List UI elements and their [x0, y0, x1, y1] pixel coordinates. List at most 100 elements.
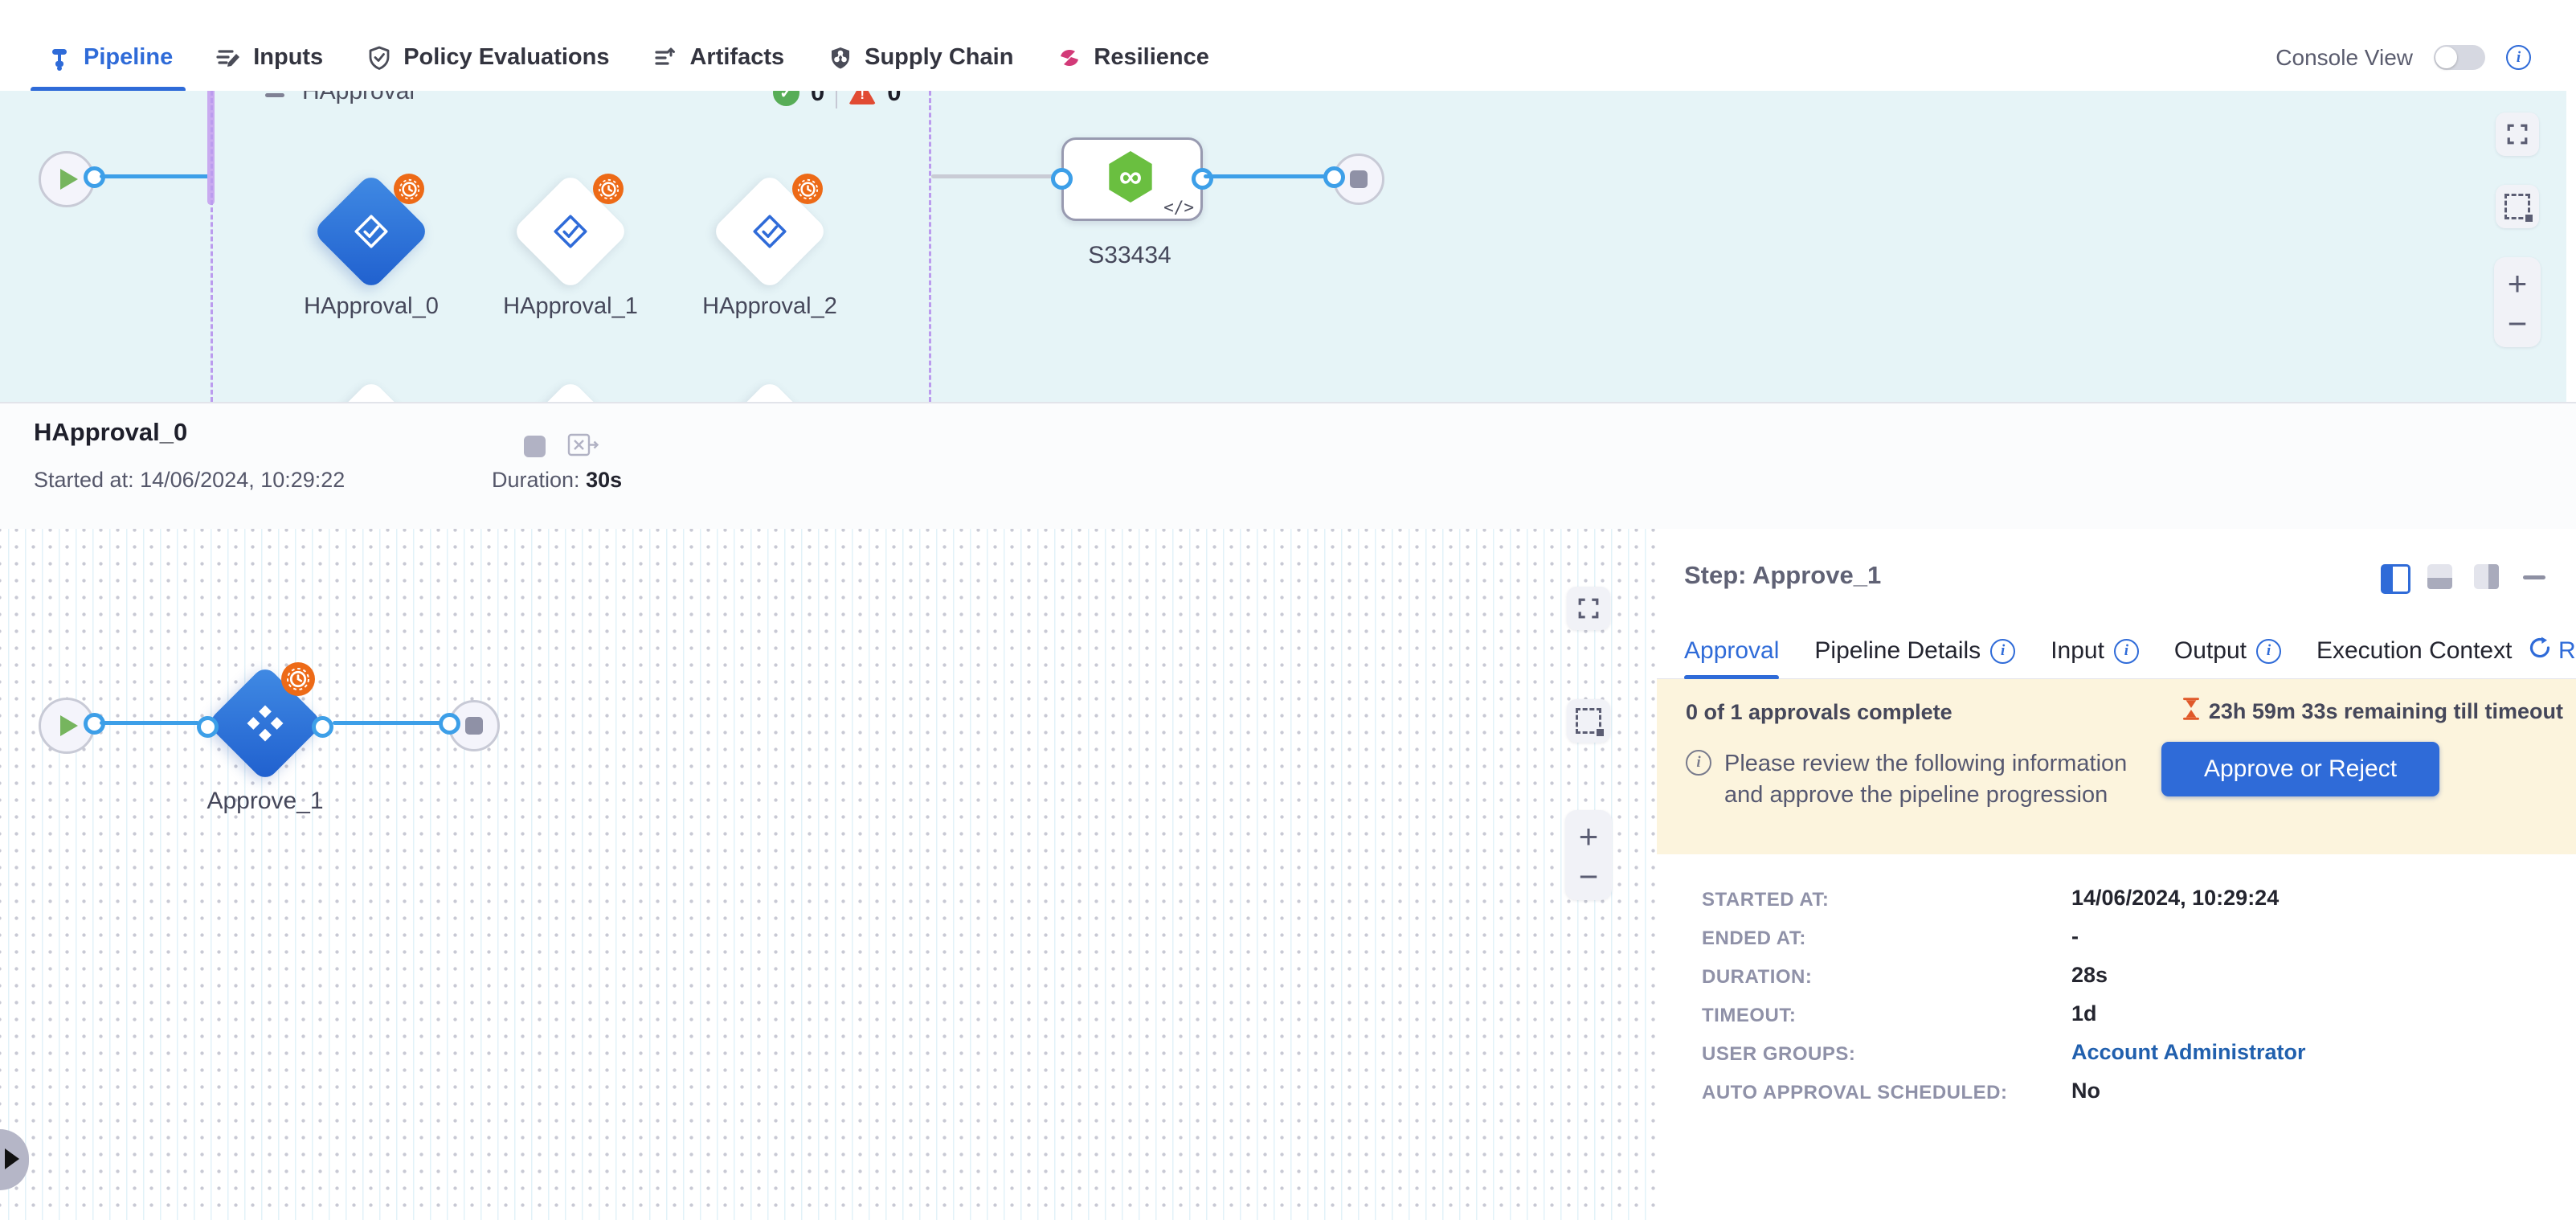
connector-line-gray: [931, 174, 1053, 178]
expand-arrow-icon: [5, 1148, 19, 1169]
tab-policy-evaluations[interactable]: Policy Evaluations: [366, 24, 609, 91]
zoom-out-button[interactable]: −: [2494, 307, 2541, 341]
step-node-label: S33434: [1025, 242, 1234, 269]
collapse-stage-icon[interactable]: [265, 93, 284, 97]
step-node-partial: [529, 396, 612, 402]
tab-supply-chain[interactable]: Supply Chain: [828, 24, 1013, 91]
step-graph-canvas[interactable]: Approve_1 + −: [0, 529, 1658, 1220]
step-node-happroval-0[interactable]: [329, 190, 413, 273]
stage-status-badges: ✓ 0 ! 0: [773, 91, 902, 108]
tab-supply-chain-label: Supply Chain: [865, 44, 1013, 71]
tab-artifacts[interactable]: Artifacts: [652, 24, 784, 91]
left-drawer-handle[interactable]: [0, 1129, 29, 1190]
step-node-label: HApproval_2: [665, 293, 874, 320]
fullscreen-button[interactable]: [1567, 587, 1610, 630]
connector-line: [333, 721, 447, 725]
step-details-panel: Step: Approve_1 Approval Pipeline Detail…: [1657, 529, 2576, 1220]
tab-pipeline[interactable]: Pipeline: [47, 24, 173, 91]
detail-row: STARTED AT: 14/06/2024, 10:29:24: [1657, 886, 2576, 918]
layout-right-button[interactable]: [2474, 564, 2499, 589]
step-node-partial: [329, 396, 413, 402]
console-view-toggle[interactable]: [2434, 45, 2485, 70]
detail-row: TIMEOUT: 1d: [1657, 1001, 2576, 1034]
zoom-controls: + −: [1565, 810, 1612, 900]
console-info-icon[interactable]: i: [2506, 45, 2531, 70]
timeout-clock-badge-icon: [792, 174, 823, 204]
step-node-partial: [728, 396, 812, 402]
zoom-in-button[interactable]: +: [2494, 267, 2541, 301]
marquee-select-button[interactable]: [1567, 699, 1610, 743]
tab-input[interactable]: Input i: [2051, 624, 2139, 678]
stage-started-at: Started at: 14/06/2024, 10:29:22: [34, 468, 345, 493]
marquee-select-icon: [1576, 708, 1601, 734]
connector-dot: [1323, 166, 1345, 188]
connector-line: [1204, 174, 1332, 178]
tab-pipeline-label: Pipeline: [84, 44, 173, 71]
execution-navbar: Pipeline Inputs Policy Evaluations Artif…: [0, 24, 2576, 92]
marquee-select-button[interactable]: [2496, 185, 2539, 228]
info-icon[interactable]: i: [2256, 639, 2281, 664]
tab-inputs-label: Inputs: [253, 44, 323, 71]
approval-message: Please review the following information …: [1724, 748, 2127, 811]
tab-execution-context[interactable]: Execution Context: [2316, 624, 2512, 678]
approval-progress: 0 of 1 approvals complete: [1686, 700, 1952, 725]
info-icon: i: [1686, 750, 1711, 776]
pipeline-icon: [47, 45, 72, 71]
harness-logo-icon: ∞: [1107, 151, 1154, 203]
step-panel-tabs: Approval Pipeline Details i Input i Outp…: [1657, 624, 2576, 680]
timeout-clock-badge-icon: [593, 174, 624, 204]
pipeline-execution-screen: Pipeline Inputs Policy Evaluations Artif…: [0, 0, 2576, 1220]
tab-approval[interactable]: Approval: [1684, 624, 1779, 678]
conditional-skip-icon: [567, 432, 599, 462]
step-node-label: HApproval_1: [466, 293, 675, 320]
toggle-knob: [2435, 47, 2457, 68]
detail-row: USER GROUPS: Account Administrator: [1657, 1040, 2576, 1072]
stop-icon: [1350, 170, 1368, 188]
approval-banner: 0 of 1 approvals complete 23h 59m 33s re…: [1657, 679, 2576, 854]
step-node-label: HApproval_0: [267, 293, 476, 320]
info-icon[interactable]: i: [1990, 639, 2015, 664]
step-node-happroval-1[interactable]: [529, 190, 612, 273]
console-view-label: Console View: [2275, 45, 2413, 71]
resilience-icon: [1057, 45, 1082, 71]
stage-header[interactable]: HApproval: [265, 91, 415, 105]
tab-pipeline-details[interactable]: Pipeline Details i: [1814, 624, 2015, 678]
tab-output[interactable]: Output i: [2174, 624, 2281, 678]
user-group-link[interactable]: Account Administrator: [2071, 1040, 2306, 1065]
status-square-icon: [524, 436, 546, 457]
stage-graph-canvas[interactable]: HApproval ✓ 0 ! 0: [0, 91, 2576, 402]
step-node-approve-1[interactable]: [223, 682, 307, 765]
scrollbar-track[interactable]: [2566, 91, 2576, 402]
tab-resilience[interactable]: Resilience: [1057, 24, 1208, 91]
tab-resilience-label: Resilience: [1094, 44, 1208, 71]
layout-bottom-button[interactable]: [2427, 564, 2452, 589]
step-node-happroval-2[interactable]: [728, 190, 812, 273]
approve-or-reject-button[interactable]: Approve or Reject: [2161, 742, 2439, 796]
minimize-panel-button[interactable]: [2523, 575, 2545, 579]
zoom-in-button[interactable]: +: [1565, 820, 1612, 854]
step-node-s33434[interactable]: ∞ </>: [1061, 137, 1203, 221]
connector-line: [100, 721, 199, 725]
connector-dot: [1192, 168, 1213, 190]
approval-step-icon: [329, 190, 413, 273]
tab-inputs[interactable]: Inputs: [216, 24, 323, 91]
info-icon[interactable]: i: [2114, 639, 2139, 664]
tab-artifacts-label: Artifacts: [689, 44, 784, 71]
detail-row: AUTO APPROVAL SCHEDULED: No: [1657, 1079, 2576, 1111]
approval-step-icon: [728, 190, 812, 273]
success-count: 0: [811, 91, 824, 107]
refresh-button[interactable]: Re: [2528, 624, 2576, 678]
stage-boundary-right: [929, 91, 931, 402]
fullscreen-button[interactable]: [2496, 113, 2539, 156]
supply-chain-shield-icon: [828, 45, 853, 71]
navbar-tabs: Pipeline Inputs Policy Evaluations Artif…: [47, 24, 1209, 91]
timeout-clock-badge-icon: [394, 174, 424, 204]
timeout-remaining: 23h 59m 33s remaining till timeout: [2181, 697, 2563, 727]
stage-summary-bar: HApproval_0 Started at: 14/06/2024, 10:2…: [0, 402, 2576, 532]
connector-dot: [312, 716, 333, 738]
success-badge-icon: ✓: [773, 91, 799, 106]
layout-split-right-button[interactable]: [2381, 564, 2410, 594]
artifacts-icon: [652, 45, 678, 71]
code-icon: </>: [1163, 198, 1194, 217]
zoom-out-button[interactable]: −: [1565, 860, 1612, 894]
